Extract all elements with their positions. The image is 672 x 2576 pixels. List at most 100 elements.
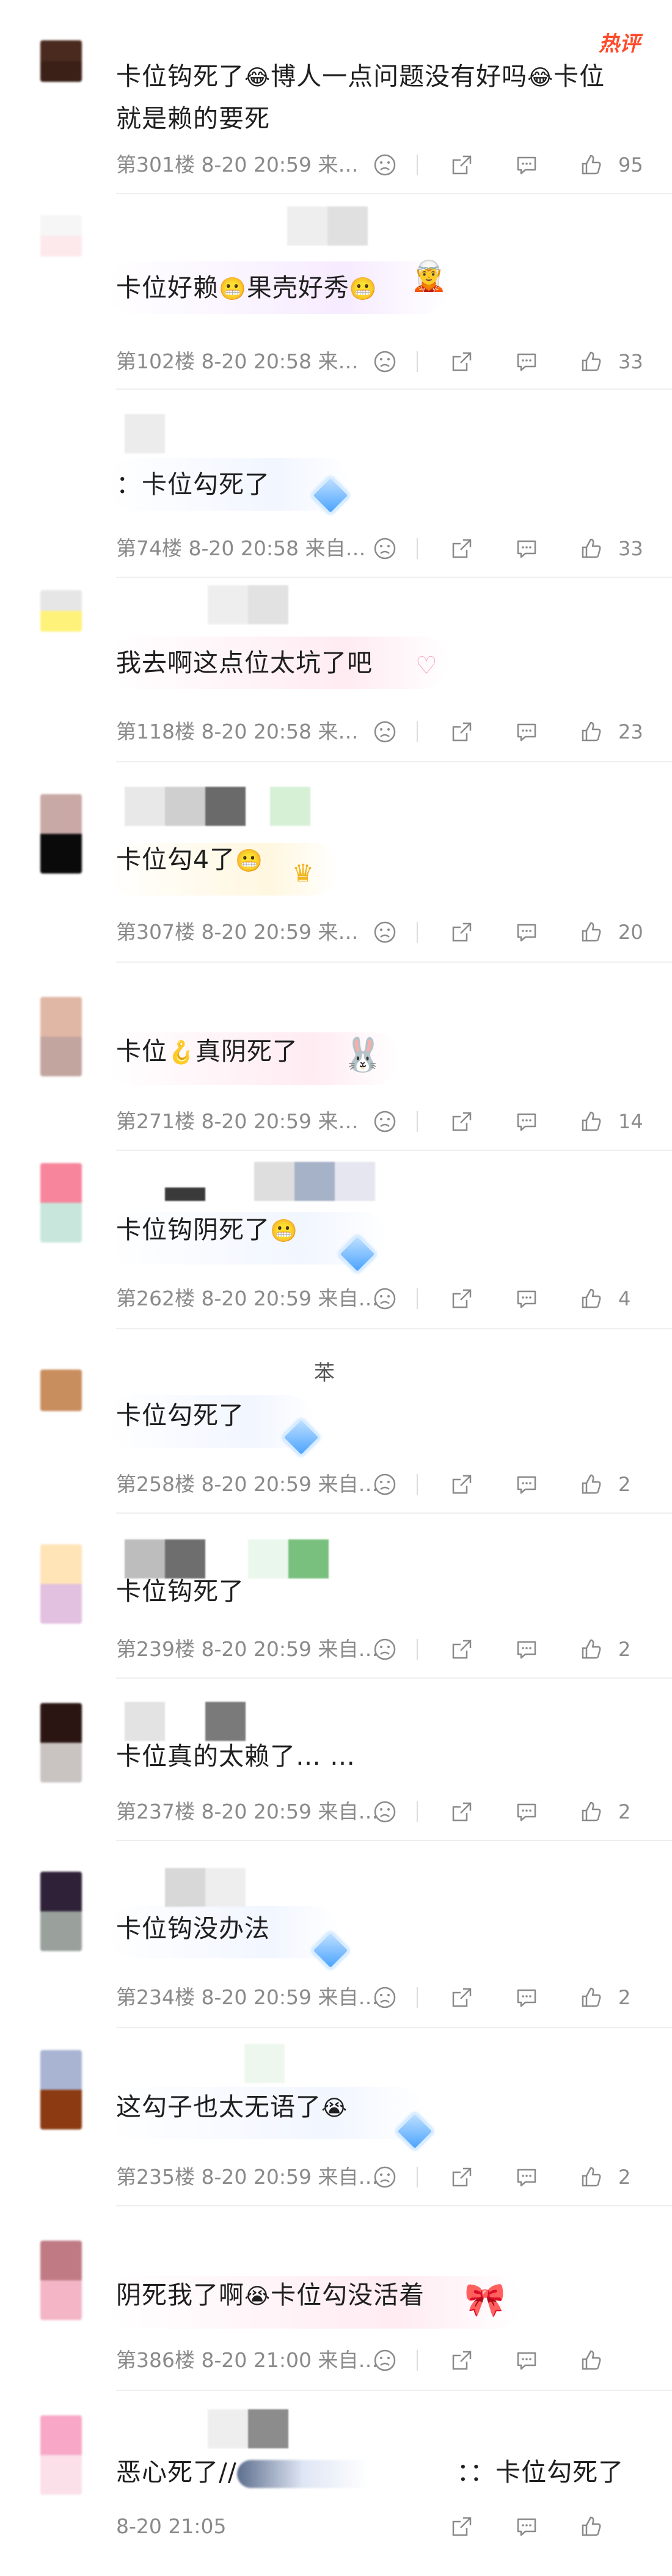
thumbs-up-icon xyxy=(582,1288,601,1308)
avatar[interactable] xyxy=(40,2050,82,2129)
comment-icon xyxy=(517,2352,536,2370)
divider xyxy=(116,577,672,578)
dislike-button[interactable] xyxy=(365,347,404,376)
username-blurred[interactable] xyxy=(208,2409,288,2448)
dislike-button[interactable] xyxy=(365,150,404,180)
reply-button[interactable] xyxy=(507,1470,546,1499)
thumbs-up-icon xyxy=(582,1111,601,1131)
like-button[interactable] xyxy=(572,534,611,563)
comment-meta: 第234楼 8-20 20:59 来自… xyxy=(116,1985,379,2009)
like-button[interactable] xyxy=(572,1983,611,2012)
username-blurred[interactable] xyxy=(165,1162,375,1201)
share-button[interactable] xyxy=(442,1797,481,1826)
like-button[interactable] xyxy=(572,1635,611,1664)
avatar[interactable] xyxy=(40,1703,82,1782)
share-button[interactable] xyxy=(442,2346,481,2375)
like-button[interactable] xyxy=(572,2346,611,2375)
username-blurred[interactable] xyxy=(125,1702,246,1741)
share-button[interactable] xyxy=(442,1470,481,1499)
username-blurred[interactable] xyxy=(287,206,368,246)
thumbs-up-icon xyxy=(582,1639,601,1659)
like-button[interactable] xyxy=(572,1797,611,1826)
divider xyxy=(417,538,418,559)
divider xyxy=(417,1288,418,1309)
username-blurred[interactable] xyxy=(125,414,165,453)
avatar[interactable] xyxy=(40,1370,82,1411)
like-button[interactable] xyxy=(572,2512,611,2541)
username-blurred[interactable] xyxy=(125,787,310,826)
dislike-button[interactable] xyxy=(365,1107,404,1136)
like-button[interactable] xyxy=(572,918,611,947)
reply-button[interactable] xyxy=(507,918,546,947)
like-button[interactable] xyxy=(572,1470,611,1499)
share-button[interactable] xyxy=(442,918,481,947)
dislike-button[interactable] xyxy=(365,1470,404,1499)
dislike-button[interactable] xyxy=(365,2162,404,2192)
thumbs-up-icon xyxy=(582,721,601,742)
comment-icon xyxy=(517,156,536,175)
divider xyxy=(116,2205,672,2206)
like-button[interactable] xyxy=(572,2162,611,2192)
reply-button[interactable] xyxy=(507,1284,546,1313)
avatar[interactable] xyxy=(40,1544,82,1624)
comment-text: 卡位勾4了😬 xyxy=(116,845,263,874)
share-icon xyxy=(452,1988,472,2007)
reply-button[interactable] xyxy=(507,2162,546,2192)
reply-button[interactable] xyxy=(507,1107,546,1136)
like-button[interactable] xyxy=(572,347,611,376)
comment-icon xyxy=(517,723,536,742)
comment-icon xyxy=(517,924,536,942)
share-button[interactable] xyxy=(442,1983,481,2012)
dislike-button[interactable] xyxy=(365,717,404,746)
avatar[interactable] xyxy=(40,40,82,82)
avatar[interactable] xyxy=(40,2241,82,2320)
avatar[interactable] xyxy=(40,1872,82,1951)
share-button[interactable] xyxy=(442,1284,481,1313)
dislike-button[interactable] xyxy=(365,534,404,563)
avatar[interactable] xyxy=(40,2415,82,2495)
share-button[interactable] xyxy=(442,1635,481,1664)
reply-button[interactable] xyxy=(507,1983,546,2012)
like-button[interactable] xyxy=(572,717,611,746)
username-blurred[interactable] xyxy=(165,1868,246,1907)
comment-text: 卡位勾死了 xyxy=(116,1401,244,1430)
dislike-button[interactable] xyxy=(365,1797,404,1826)
avatar[interactable] xyxy=(40,794,82,874)
dislike-button[interactable] xyxy=(365,1284,404,1313)
like-count: 33 xyxy=(618,350,643,373)
share-button[interactable] xyxy=(442,717,481,746)
mention-blurred[interactable] xyxy=(236,2460,457,2488)
dislike-button[interactable] xyxy=(365,1635,404,1664)
share-button[interactable] xyxy=(442,2162,481,2192)
dislike-button[interactable] xyxy=(365,2346,404,2375)
like-button[interactable] xyxy=(572,1284,611,1313)
share-button[interactable] xyxy=(442,1107,481,1136)
comment-icon xyxy=(517,1803,536,1822)
avatar[interactable] xyxy=(40,1163,82,1242)
reply-button[interactable] xyxy=(507,1635,546,1664)
reply-button[interactable] xyxy=(507,1797,546,1826)
avatar[interactable] xyxy=(40,997,82,1076)
dislike-button[interactable] xyxy=(365,1983,404,2012)
reply-button[interactable] xyxy=(507,150,546,180)
divider xyxy=(116,1512,672,1514)
comment-icon xyxy=(517,1476,536,1494)
share-button[interactable] xyxy=(442,2512,481,2541)
share-button[interactable] xyxy=(442,150,481,180)
username-blurred[interactable] xyxy=(208,585,288,624)
like-button[interactable] xyxy=(572,150,611,180)
username-fragment[interactable]: 苯 xyxy=(314,1356,335,1386)
reply-button[interactable] xyxy=(507,534,546,563)
thumbs-up-icon xyxy=(582,155,601,175)
reply-button[interactable] xyxy=(507,347,546,376)
like-button[interactable] xyxy=(572,1107,611,1136)
share-button[interactable] xyxy=(442,534,481,563)
avatar[interactable] xyxy=(40,215,82,257)
reply-button[interactable] xyxy=(507,717,546,746)
share-button[interactable] xyxy=(442,347,481,376)
reply-button[interactable] xyxy=(507,2512,546,2541)
avatar[interactable] xyxy=(40,590,82,632)
reply-button[interactable] xyxy=(507,2346,546,2375)
dislike-button[interactable] xyxy=(365,918,404,947)
username-blurred[interactable] xyxy=(244,2044,285,2083)
